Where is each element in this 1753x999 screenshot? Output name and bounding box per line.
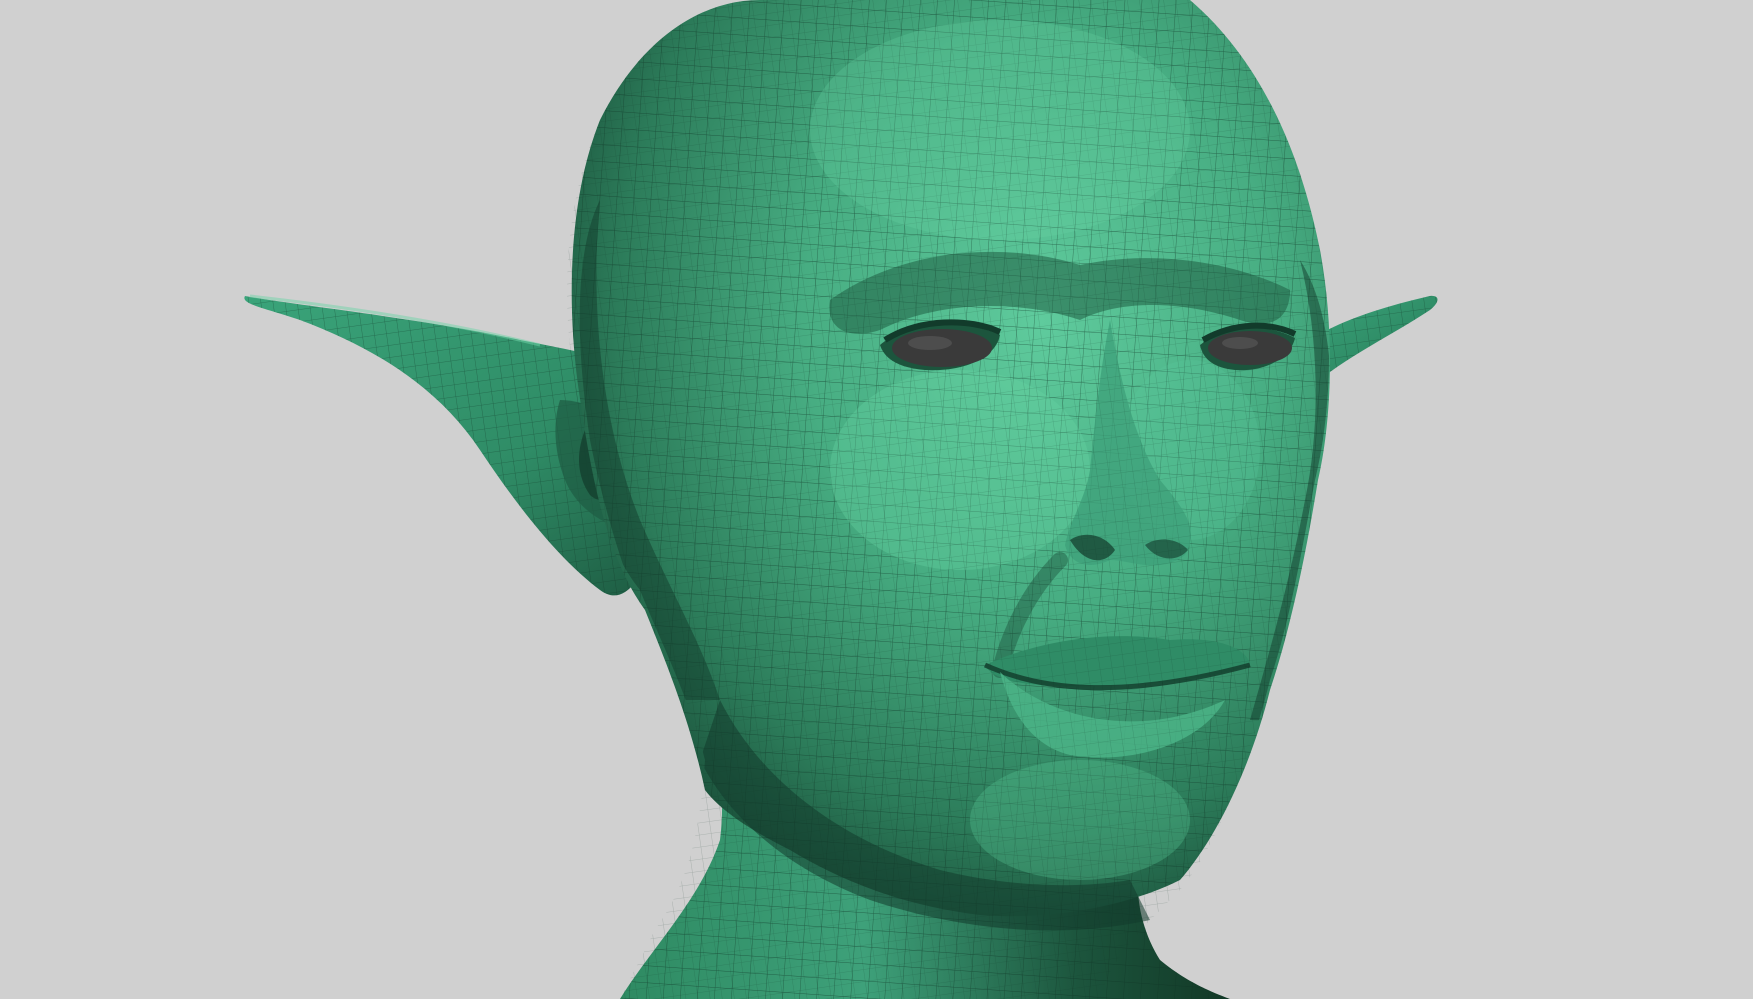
3d-viewport[interactable] [0, 0, 1753, 999]
skull-highlight [810, 20, 1190, 240]
sculpt-render [244, 0, 1438, 999]
